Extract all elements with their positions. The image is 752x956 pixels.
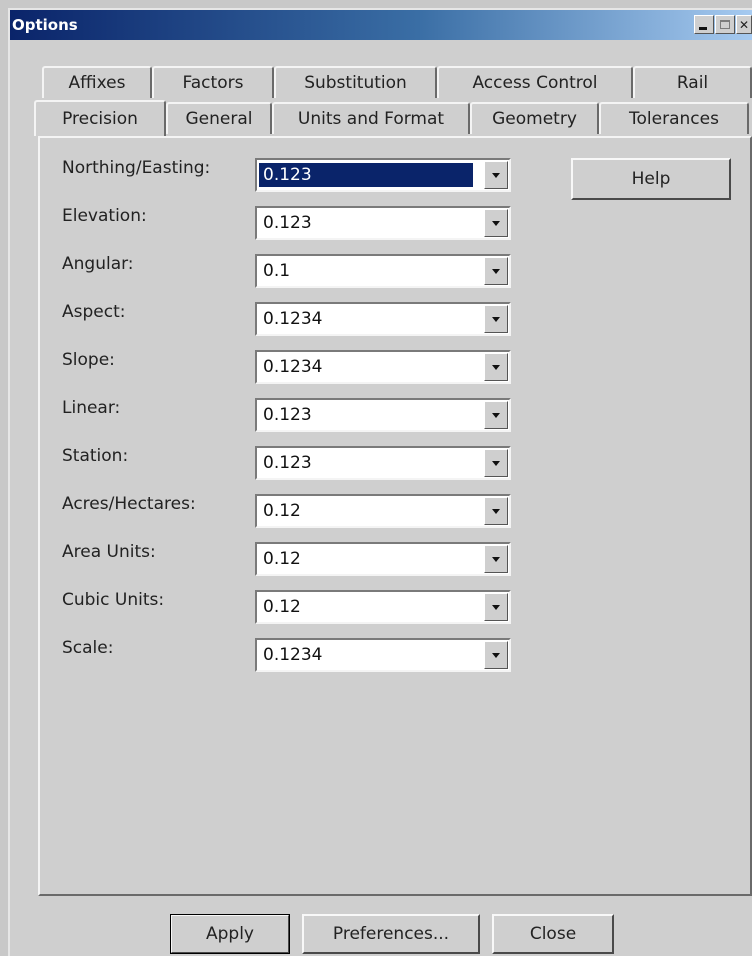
close-button[interactable]: Close — [492, 914, 614, 954]
maximize-icon — [720, 20, 730, 29]
apply-button[interactable]: Apply — [170, 914, 290, 954]
title-bar[interactable]: Options ✕ — [10, 10, 752, 40]
tab-units-and-format[interactable]: Units and Format — [272, 102, 470, 134]
precision-panel: Northing/Easting: 0.123 Elevation: 0.123… — [38, 136, 752, 896]
label-area-units: Area Units: — [62, 542, 156, 562]
maximize-button[interactable] — [715, 15, 735, 34]
tab-access-control[interactable]: Access Control — [437, 66, 633, 98]
tab-tolerances[interactable]: Tolerances — [599, 102, 749, 134]
tab-general[interactable]: General — [166, 102, 272, 134]
label-cubic-units: Cubic Units: — [62, 590, 165, 610]
dropdown-arrow-icon[interactable] — [484, 641, 508, 669]
label-acres-hectares: Acres/Hectares: — [62, 494, 196, 514]
minimize-icon — [699, 27, 707, 30]
dropdown-arrow-icon[interactable] — [484, 497, 508, 525]
dropdown-arrow-icon[interactable] — [484, 545, 508, 573]
acres-hectares-select[interactable]: 0.12 — [255, 494, 511, 528]
dropdown-arrow-icon[interactable] — [484, 209, 508, 237]
minimize-button[interactable] — [694, 15, 714, 34]
label-scale: Scale: — [62, 638, 114, 658]
window-title: Options — [12, 16, 78, 34]
window-controls: ✕ — [694, 15, 752, 34]
tab-geometry[interactable]: Geometry — [470, 102, 599, 134]
help-button[interactable]: Help — [571, 158, 731, 200]
aspect-select[interactable]: 0.1234 — [255, 302, 511, 336]
cubic-units-select[interactable]: 0.12 — [255, 590, 511, 624]
close-window-button[interactable]: ✕ — [736, 15, 752, 34]
label-linear: Linear: — [62, 398, 121, 418]
tab-rail[interactable]: Rail — [633, 66, 752, 98]
dropdown-arrow-icon[interactable] — [484, 353, 508, 381]
label-angular: Angular: — [62, 254, 134, 274]
station-select[interactable]: 0.123 — [255, 446, 511, 480]
angular-select[interactable]: 0.1 — [255, 254, 511, 288]
tab-affixes[interactable]: Affixes — [42, 66, 152, 98]
label-slope: Slope: — [62, 350, 115, 370]
scale-select[interactable]: 0.1234 — [255, 638, 511, 672]
elevation-select[interactable]: 0.123 — [255, 206, 511, 240]
options-dialog: Options ✕ Affixes Factors Substitution A… — [8, 8, 752, 956]
slope-select[interactable]: 0.1234 — [255, 350, 511, 384]
dropdown-arrow-icon[interactable] — [484, 401, 508, 429]
tab-precision[interactable]: Precision — [34, 100, 166, 136]
label-northing-easting: Northing/Easting: — [62, 158, 211, 178]
dropdown-arrow-icon[interactable] — [484, 161, 508, 189]
label-station: Station: — [62, 446, 129, 466]
label-elevation: Elevation: — [62, 206, 147, 226]
dropdown-arrow-icon[interactable] — [484, 257, 508, 285]
preferences-button[interactable]: Preferences... — [302, 914, 480, 954]
close-icon: ✕ — [738, 17, 750, 32]
linear-select[interactable]: 0.123 — [255, 398, 511, 432]
label-aspect: Aspect: — [62, 302, 126, 322]
tab-factors[interactable]: Factors — [152, 66, 274, 98]
area-units-select[interactable]: 0.12 — [255, 542, 511, 576]
tab-substitution[interactable]: Substitution — [274, 66, 437, 98]
dropdown-arrow-icon[interactable] — [484, 305, 508, 333]
dropdown-arrow-icon[interactable] — [484, 449, 508, 477]
dropdown-arrow-icon[interactable] — [484, 593, 508, 621]
northing-easting-select[interactable]: 0.123 — [255, 158, 511, 192]
